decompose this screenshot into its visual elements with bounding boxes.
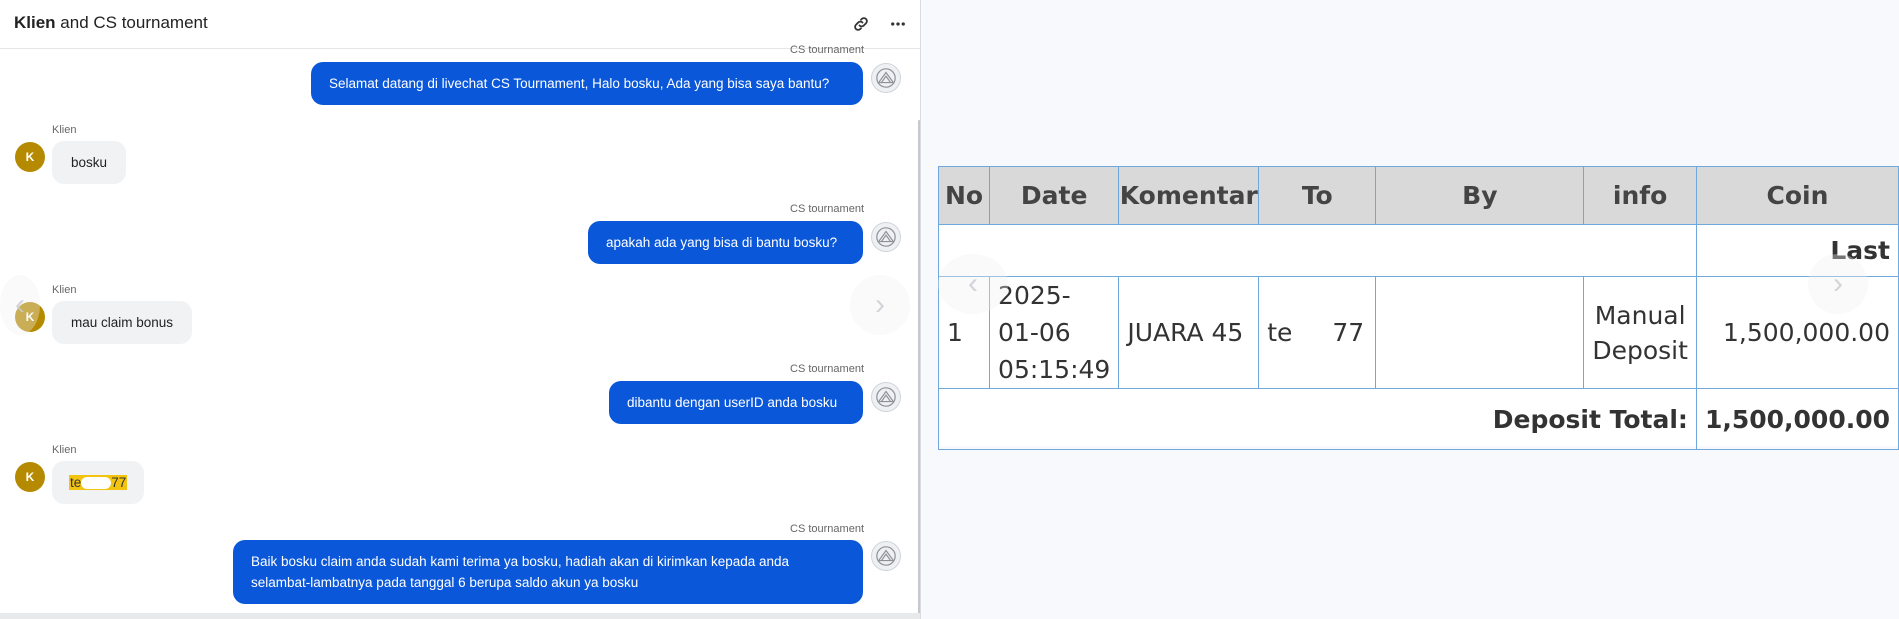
next-arrow-icon[interactable]: › [1808, 254, 1868, 314]
message-bubble-outgoing: Selamat datang di livechat CS Tournament… [311, 62, 863, 105]
highlighted-userid: te 77 [69, 475, 128, 490]
message-line: selambat-lambatnya pada tanggal 6 berupa… [251, 575, 639, 590]
chat-header: Klien and CS tournament [0, 0, 920, 49]
client-avatar: K [15, 462, 45, 492]
redacted-mark [81, 477, 112, 490]
horizontal-scrollbar[interactable] [0, 613, 920, 619]
column-header-komentar[interactable]: Komentar [1118, 166, 1260, 225]
cs-avatar [871, 541, 901, 571]
more-horizontal-icon[interactable] [886, 12, 910, 36]
empty-cell [938, 224, 1697, 277]
sender-name: CS tournament [790, 203, 864, 215]
cell-date: 2025- 01-06 05:15:49 [989, 276, 1120, 389]
deposit-report: No Date Komentar To By info Coin Last 1 … [937, 166, 1899, 450]
date-line: 01-06 [998, 318, 1071, 347]
cell-info: Manual Deposit [1583, 276, 1697, 389]
last-row: Last [938, 224, 1899, 277]
next-arrow-icon[interactable]: › [850, 275, 910, 335]
message-bubble-outgoing: Baik bosku claim anda sudah kami terima … [233, 540, 863, 604]
message-line: Baik bosku claim anda sudah kami terima … [251, 554, 790, 569]
cs-avatar [871, 63, 901, 93]
to-prefix: te [1267, 318, 1293, 347]
date-line: 2025- [998, 281, 1071, 310]
sender-name: CS tournament [790, 363, 864, 375]
deposit-total-value: 1,500,000.00 [1695, 388, 1899, 450]
client-avatar: K [15, 142, 45, 172]
column-header-to[interactable]: To [1258, 166, 1377, 225]
cell-komentar: JUARA 45 [1118, 276, 1260, 389]
sender-name: CS tournament [790, 44, 864, 56]
message-bubble-incoming: bosku [52, 141, 127, 184]
prev-arrow-icon[interactable]: ‹ [0, 275, 40, 335]
column-header-info[interactable]: info [1583, 166, 1697, 225]
sender-name: CS tournament [790, 523, 864, 535]
deposit-table: No Date Komentar To By info Coin Last 1 … [937, 166, 1899, 450]
to-suffix: 77 [1332, 318, 1365, 347]
redacted-mark [1292, 323, 1333, 345]
message-bubble-outgoing: apakah ada yang bisa di bantu bosku? [588, 221, 863, 264]
message-bubble-outgoing: dibantu dengan userID anda bosku [609, 381, 863, 424]
chat-title: Klien and CS tournament [14, 13, 208, 33]
cell-coin: 1,500,000.00 [1695, 276, 1899, 389]
chat-messages[interactable]: CS tournament Selamat datang di livechat… [0, 44, 920, 619]
table-header-row: No Date Komentar To By info Coin [937, 166, 1899, 225]
link-icon[interactable] [849, 12, 873, 36]
sender-name: Klien [52, 444, 77, 456]
chat-title-bold: Klien [14, 13, 56, 32]
column-header-date[interactable]: Date [989, 166, 1120, 225]
message-bubble-incoming: mau claim bonus [52, 301, 193, 344]
cell-by [1375, 276, 1585, 389]
chat-panel: Klien and CS tournament CS tournament Se… [0, 0, 921, 619]
sender-name: Klien [52, 284, 77, 296]
userid-suffix: 77 [111, 475, 127, 490]
date-line: 05:15:49 [998, 355, 1111, 384]
sender-name: Klien [52, 124, 77, 136]
chat-title-rest: and CS tournament [55, 13, 208, 32]
last-label: Last [1695, 224, 1899, 277]
prev-arrow-icon[interactable]: ‹ [938, 254, 1008, 314]
table-row: 1 2025- 01-06 05:15:49 JUARA 45 te 77 Man… [937, 276, 1899, 389]
deposit-total-label: Deposit Total: [938, 388, 1697, 450]
info-line: Deposit [1592, 335, 1688, 365]
cs-avatar [871, 222, 901, 252]
column-header-by[interactable]: By [1375, 166, 1585, 225]
userid-prefix: te [70, 475, 82, 490]
cell-to: te 77 [1258, 276, 1377, 389]
cs-avatar [871, 382, 901, 412]
column-header-no[interactable]: No [937, 166, 991, 225]
info-line: Manual [1594, 300, 1686, 330]
vertical-scrollbar[interactable] [918, 120, 920, 615]
message-bubble-incoming: te 77 [52, 461, 145, 504]
column-header-coin[interactable]: Coin [1695, 166, 1899, 225]
total-row: Deposit Total: 1,500,000.00 [938, 388, 1899, 450]
